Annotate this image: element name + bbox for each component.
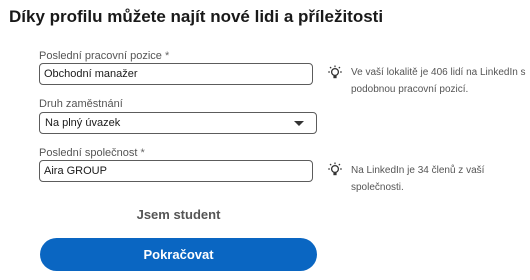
chevron-down-icon — [294, 121, 304, 126]
position-input[interactable] — [39, 63, 313, 85]
position-hint-line1: Ve vaší lokalitě je 406 lidí na LinkedIn… — [351, 67, 526, 78]
position-hint: Ve vaší lokalitě je 406 lidí na LinkedIn… — [351, 64, 526, 98]
company-label-text: Poslední společnost — [39, 147, 138, 159]
position-label-text: Poslední pracovní pozice — [39, 50, 162, 62]
page-title: Díky profilu můžete najít nové lidi a př… — [9, 7, 384, 26]
company-label: Poslední společnost * — [39, 147, 145, 159]
company-required-mark: * — [140, 147, 145, 159]
lightbulb-icon — [328, 162, 342, 176]
employment-type-label: Druh zaměstnání — [39, 98, 123, 110]
company-hint: Na LinkedIn je 34 členů z vaší společnos… — [351, 165, 485, 193]
employment-type-value: Na plný úvazek — [45, 117, 121, 129]
position-label: Poslední pracovní pozice * — [39, 50, 169, 62]
employment-type-select[interactable]: Na plný úvazek — [39, 112, 317, 134]
student-button[interactable]: Jsem student — [40, 203, 317, 225]
continue-button[interactable]: Pokračovat — [40, 238, 317, 271]
position-hint-line2: podobnou pracovní pozicí. — [351, 84, 469, 95]
employment-type-label-text: Druh zaměstnání — [39, 98, 123, 110]
company-input[interactable] — [39, 160, 313, 182]
position-required-mark: * — [164, 50, 170, 62]
lightbulb-icon — [328, 65, 342, 79]
